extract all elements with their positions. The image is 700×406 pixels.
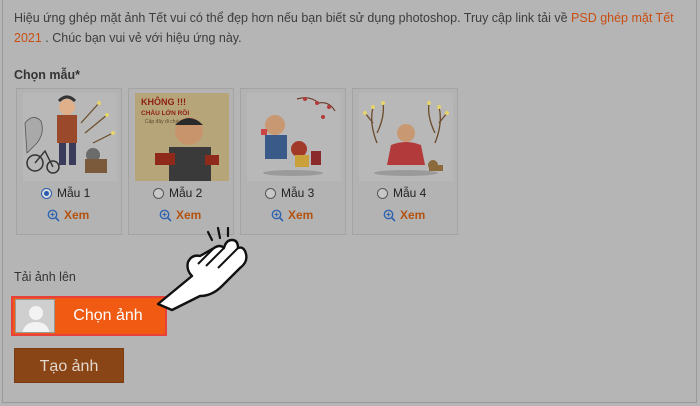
avatar-placeholder — [15, 299, 55, 333]
intro-text-after: . Chúc bạn vui vẻ với hiệu ứng này. — [41, 31, 242, 45]
template-3-radio[interactable] — [265, 187, 276, 199]
template-4-view-link[interactable]: Xem — [383, 208, 425, 222]
template-3-view-link[interactable]: Xem — [271, 208, 313, 222]
template-1-image[interactable] — [23, 93, 117, 181]
template-2-view-label: Xem — [176, 208, 202, 222]
zoom-in-icon — [383, 209, 396, 222]
template-4-radio[interactable] — [377, 187, 388, 199]
poster-caption: Cấp đây đi chứ — [145, 119, 180, 125]
template-2-label: Mẫu 2 — [169, 186, 203, 200]
user-silhouette-icon — [16, 300, 54, 332]
template-card-4[interactable]: Mẫu 4 Xem — [352, 88, 458, 235]
template-1-view-link[interactable]: Xem — [47, 208, 89, 222]
template-3-image[interactable] — [247, 93, 341, 181]
template-1-view-label: Xem — [64, 208, 90, 222]
create-image-button[interactable]: Tạo ảnh — [14, 348, 124, 383]
template-2-image[interactable]: KHÔNG !!! CHÁU LỚN RỒI Cấp đây đi chứ — [135, 93, 229, 181]
template-2-view-link[interactable]: Xem — [159, 208, 201, 222]
template-card-2[interactable]: KHÔNG !!! CHÁU LỚN RỒI Cấp đây đi chứ Mẫ… — [128, 88, 234, 235]
zoom-in-icon — [159, 209, 172, 222]
choose-photo-label: Chọn ảnh — [73, 307, 143, 324]
template-3-view-label: Xem — [288, 208, 314, 222]
template-1-radio[interactable] — [41, 187, 52, 199]
template-3-label: Mẫu 3 — [281, 186, 315, 200]
template-card-3[interactable]: Mẫu 3 Xem — [240, 88, 346, 235]
page: Hiệu ứng ghép mặt ảnh Tết vui có thể đẹp… — [0, 0, 700, 406]
template-4-option[interactable]: Mẫu 4 — [377, 186, 426, 200]
template-card-1[interactable]: Mẫu 1 Xem — [16, 88, 122, 235]
intro-text-before: Hiệu ứng ghép mặt ảnh Tết vui có thể đẹp… — [14, 11, 572, 25]
template-2-radio[interactable] — [153, 187, 164, 199]
upload-label: Tải ảnh lên — [14, 270, 76, 284]
zoom-in-icon — [271, 209, 284, 222]
choose-template-label: Chọn mẫu* — [14, 68, 80, 82]
template-1-option[interactable]: Mẫu 1 — [41, 186, 90, 200]
template-4-view-label: Xem — [400, 208, 426, 222]
template-2-option[interactable]: Mẫu 2 — [153, 186, 202, 200]
template-4-image[interactable] — [359, 93, 453, 181]
pointing-hand-icon — [156, 226, 248, 312]
choose-photo-button[interactable]: Chọn ảnh — [11, 296, 167, 336]
template-4-label: Mẫu 4 — [393, 186, 427, 200]
template-1-label: Mẫu 1 — [57, 186, 91, 200]
template-3-option[interactable]: Mẫu 3 — [265, 186, 314, 200]
intro-text: Hiệu ứng ghép mặt ảnh Tết vui có thể đẹp… — [14, 8, 684, 48]
poster-headline: KHÔNG !!! — [141, 96, 186, 107]
zoom-in-icon — [47, 209, 60, 222]
template-list: Mẫu 1 Xem KHÔNG !!! CHÁU LỚN RỒI Cấp đây… — [16, 88, 458, 235]
